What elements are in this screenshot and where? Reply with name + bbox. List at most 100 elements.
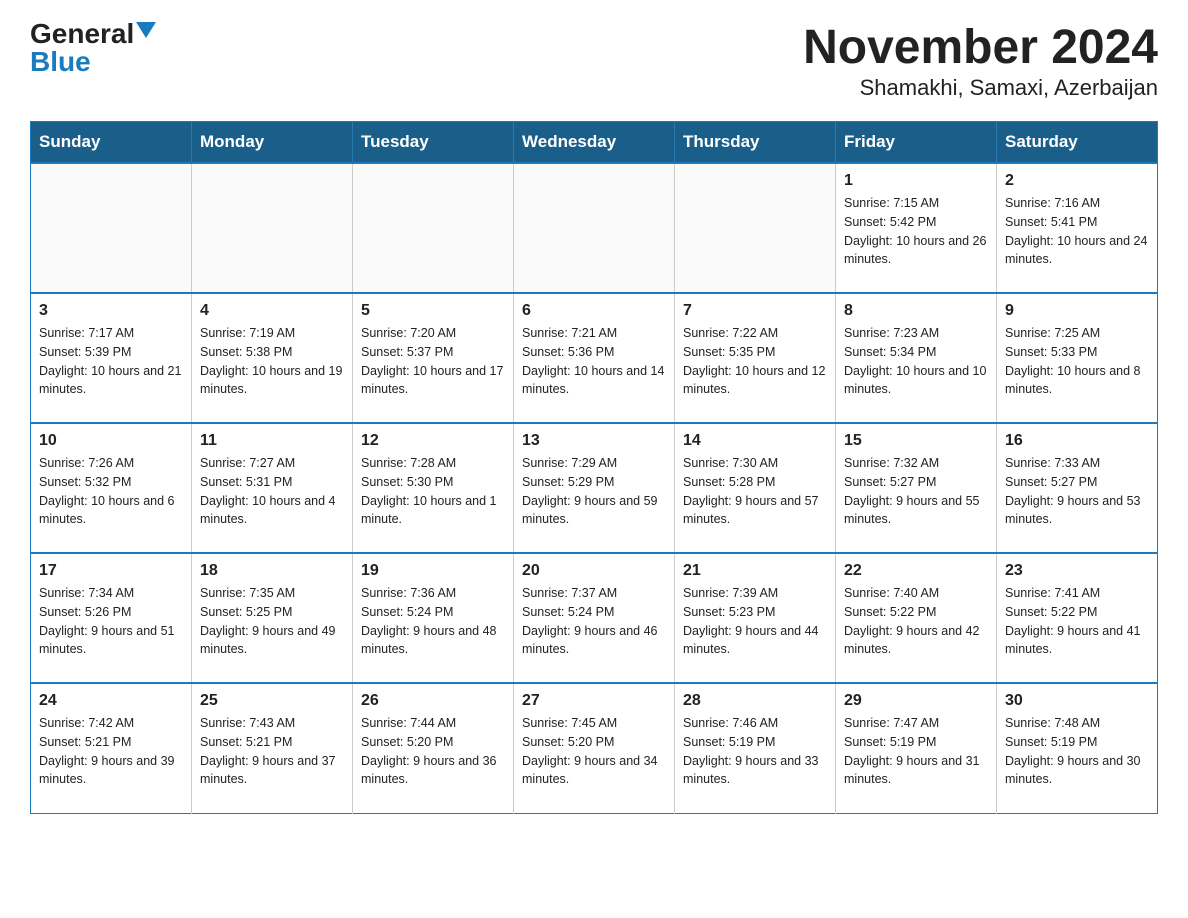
calendar-week-2: 3 Sunrise: 7:17 AM Sunset: 5:39 PM Daylig… (31, 293, 1158, 423)
title-block: November 2024 Shamakhi, Samaxi, Azerbaij… (803, 20, 1158, 101)
calendar-cell: 27Sunrise: 7:45 AM Sunset: 5:20 PM Dayli… (514, 683, 675, 813)
day-number: 14 (683, 432, 827, 450)
day-number: 30 (1005, 692, 1149, 710)
weekday-header-wednesday: Wednesday (514, 122, 675, 164)
day-info: Sunrise: 7:23 AM Sunset: 5:34 PM Dayligh… (844, 324, 988, 399)
weekday-header-sunday: Sunday (31, 122, 192, 164)
calendar-cell: 15Sunrise: 7:32 AM Sunset: 5:27 PM Dayli… (836, 423, 997, 553)
calendar-cell: 22Sunrise: 7:40 AM Sunset: 5:22 PM Dayli… (836, 553, 997, 683)
weekday-header-thursday: Thursday (675, 122, 836, 164)
day-info: Sunrise: 7:17 AM Sunset: 5:39 PM Dayligh… (39, 324, 183, 399)
day-info: Sunrise: 7:44 AM Sunset: 5:20 PM Dayligh… (361, 714, 505, 789)
calendar-cell: 19 Sunrise: 7:36 AM Sunset: 5:24 PM Dayli… (353, 553, 514, 683)
day-number: 18 (200, 562, 344, 580)
day-info: Sunrise: 7:47 AM Sunset: 5:19 PM Dayligh… (844, 714, 988, 789)
page-header: General Blue November 2024 Shamakhi, Sam… (30, 20, 1158, 101)
weekday-header-row: SundayMondayTuesdayWednesdayThursdayFrid… (31, 122, 1158, 164)
calendar-cell: 16 Sunrise: 7:33 AM Sunset: 5:27 PM Dayli… (997, 423, 1158, 553)
day-number: 6 (522, 302, 666, 320)
day-info: Sunrise: 7:48 AM Sunset: 5:19 PM Dayligh… (1005, 714, 1149, 789)
day-number: 11 (200, 432, 344, 450)
calendar-cell: 3 Sunrise: 7:17 AM Sunset: 5:39 PM Daylig… (31, 293, 192, 423)
calendar-cell: 29 Sunrise: 7:47 AM Sunset: 5:19 PM Dayli… (836, 683, 997, 813)
calendar-cell (514, 163, 675, 293)
calendar-cell: 6 Sunrise: 7:21 AM Sunset: 5:36 PM Daylig… (514, 293, 675, 423)
day-info: Sunrise: 7:15 AM Sunset: 5:42 PM Dayligh… (844, 194, 988, 269)
calendar-week-3: 10 Sunrise: 7:26 AM Sunset: 5:32 PM Dayli… (31, 423, 1158, 553)
day-info: Sunrise: 7:41 AM Sunset: 5:22 PM Dayligh… (1005, 584, 1149, 659)
day-number: 2 (1005, 172, 1149, 190)
day-number: 25 (200, 692, 344, 710)
calendar-cell: 24 Sunrise: 7:42 AM Sunset: 5:21 PM Dayli… (31, 683, 192, 813)
calendar-cell: 4 Sunrise: 7:19 AM Sunset: 5:38 PM Daylig… (192, 293, 353, 423)
calendar-cell: 25 Sunrise: 7:43 AM Sunset: 5:21 PM Dayli… (192, 683, 353, 813)
calendar-week-4: 17 Sunrise: 7:34 AM Sunset: 5:26 PM Dayli… (31, 553, 1158, 683)
day-info: Sunrise: 7:42 AM Sunset: 5:21 PM Dayligh… (39, 714, 183, 789)
calendar-cell: 30 Sunrise: 7:48 AM Sunset: 5:19 PM Dayli… (997, 683, 1158, 813)
day-info: Sunrise: 7:19 AM Sunset: 5:38 PM Dayligh… (200, 324, 344, 399)
calendar-cell (192, 163, 353, 293)
calendar-cell: 14Sunrise: 7:30 AM Sunset: 5:28 PM Dayli… (675, 423, 836, 553)
day-info: Sunrise: 7:33 AM Sunset: 5:27 PM Dayligh… (1005, 454, 1149, 529)
logo-triangle-icon (136, 22, 156, 38)
day-number: 9 (1005, 302, 1149, 320)
calendar-cell: 17 Sunrise: 7:34 AM Sunset: 5:26 PM Dayli… (31, 553, 192, 683)
day-info: Sunrise: 7:26 AM Sunset: 5:32 PM Dayligh… (39, 454, 183, 529)
day-info: Sunrise: 7:22 AM Sunset: 5:35 PM Dayligh… (683, 324, 827, 399)
day-info: Sunrise: 7:16 AM Sunset: 5:41 PM Dayligh… (1005, 194, 1149, 269)
calendar-cell (31, 163, 192, 293)
calendar-cell: 21Sunrise: 7:39 AM Sunset: 5:23 PM Dayli… (675, 553, 836, 683)
day-number: 24 (39, 692, 183, 710)
day-number: 3 (39, 302, 183, 320)
day-number: 17 (39, 562, 183, 580)
calendar-cell: 2 Sunrise: 7:16 AM Sunset: 5:41 PM Daylig… (997, 163, 1158, 293)
day-number: 12 (361, 432, 505, 450)
logo-general-text: General (30, 20, 134, 48)
weekday-header-friday: Friday (836, 122, 997, 164)
weekday-header-monday: Monday (192, 122, 353, 164)
calendar-cell: 11Sunrise: 7:27 AM Sunset: 5:31 PM Dayli… (192, 423, 353, 553)
day-number: 13 (522, 432, 666, 450)
day-number: 20 (522, 562, 666, 580)
day-number: 8 (844, 302, 988, 320)
calendar-cell: 26 Sunrise: 7:44 AM Sunset: 5:20 PM Dayli… (353, 683, 514, 813)
page-title: November 2024 (803, 20, 1158, 75)
logo-blue-text: Blue (30, 48, 91, 76)
day-number: 15 (844, 432, 988, 450)
calendar-cell: 12Sunrise: 7:28 AM Sunset: 5:30 PM Dayli… (353, 423, 514, 553)
day-info: Sunrise: 7:21 AM Sunset: 5:36 PM Dayligh… (522, 324, 666, 399)
day-info: Sunrise: 7:35 AM Sunset: 5:25 PM Dayligh… (200, 584, 344, 659)
calendar-cell (675, 163, 836, 293)
day-number: 1 (844, 172, 988, 190)
calendar-cell: 13 Sunrise: 7:29 AM Sunset: 5:29 PM Dayli… (514, 423, 675, 553)
day-number: 16 (1005, 432, 1149, 450)
day-info: Sunrise: 7:20 AM Sunset: 5:37 PM Dayligh… (361, 324, 505, 399)
day-number: 19 (361, 562, 505, 580)
day-info: Sunrise: 7:40 AM Sunset: 5:22 PM Dayligh… (844, 584, 988, 659)
day-number: 27 (522, 692, 666, 710)
calendar-cell: 9Sunrise: 7:25 AM Sunset: 5:33 PM Daylig… (997, 293, 1158, 423)
day-number: 5 (361, 302, 505, 320)
calendar-cell: 20 Sunrise: 7:37 AM Sunset: 5:24 PM Dayli… (514, 553, 675, 683)
calendar-cell: 8 Sunrise: 7:23 AM Sunset: 5:34 PM Daylig… (836, 293, 997, 423)
day-info: Sunrise: 7:37 AM Sunset: 5:24 PM Dayligh… (522, 584, 666, 659)
day-number: 10 (39, 432, 183, 450)
day-info: Sunrise: 7:39 AM Sunset: 5:23 PM Dayligh… (683, 584, 827, 659)
calendar-body: 1 Sunrise: 7:15 AM Sunset: 5:42 PM Daylig… (31, 163, 1158, 813)
calendar-week-5: 24 Sunrise: 7:42 AM Sunset: 5:21 PM Dayli… (31, 683, 1158, 813)
logo: General Blue (30, 20, 156, 76)
day-number: 28 (683, 692, 827, 710)
calendar-cell: 28Sunrise: 7:46 AM Sunset: 5:19 PM Dayli… (675, 683, 836, 813)
calendar-cell: 18 Sunrise: 7:35 AM Sunset: 5:25 PM Dayli… (192, 553, 353, 683)
calendar-table: SundayMondayTuesdayWednesdayThursdayFrid… (30, 121, 1158, 814)
day-number: 4 (200, 302, 344, 320)
weekday-header-saturday: Saturday (997, 122, 1158, 164)
day-info: Sunrise: 7:29 AM Sunset: 5:29 PM Dayligh… (522, 454, 666, 529)
calendar-cell (353, 163, 514, 293)
day-number: 26 (361, 692, 505, 710)
day-info: Sunrise: 7:34 AM Sunset: 5:26 PM Dayligh… (39, 584, 183, 659)
calendar-header: SundayMondayTuesdayWednesdayThursdayFrid… (31, 122, 1158, 164)
day-info: Sunrise: 7:43 AM Sunset: 5:21 PM Dayligh… (200, 714, 344, 789)
day-number: 29 (844, 692, 988, 710)
day-info: Sunrise: 7:36 AM Sunset: 5:24 PM Dayligh… (361, 584, 505, 659)
